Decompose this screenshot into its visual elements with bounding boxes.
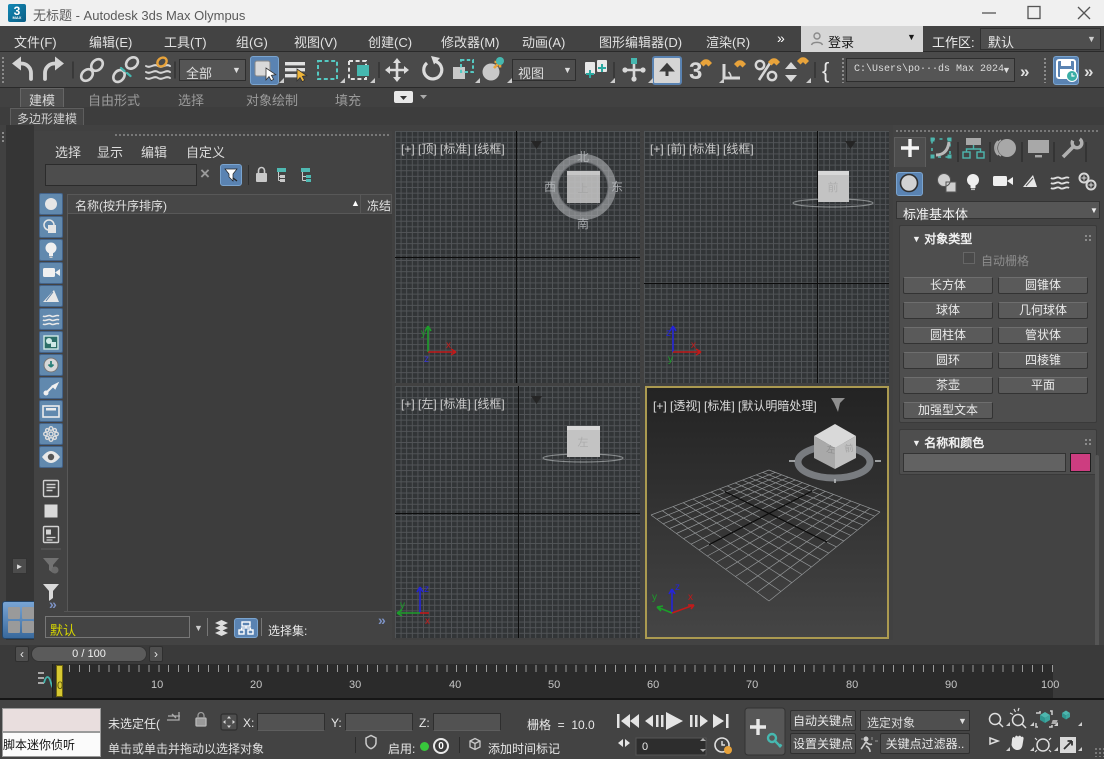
svg-text:西: 西 bbox=[544, 180, 556, 194]
svg-text:y: y bbox=[421, 328, 426, 339]
svg-text:y: y bbox=[668, 354, 673, 365]
svg-text:上: 上 bbox=[578, 182, 589, 195]
svg-text:前: 前 bbox=[828, 180, 839, 194]
svg-text:左: 左 bbox=[826, 443, 836, 455]
svg-text:x: x bbox=[691, 340, 696, 351]
svg-text:x: x bbox=[688, 592, 693, 603]
svg-text:0: 0 bbox=[642, 741, 648, 753]
svg-text:x: x bbox=[446, 340, 451, 351]
svg-text:前: 前 bbox=[844, 442, 854, 454]
svg-text:左: 左 bbox=[578, 436, 589, 449]
svg-text:南: 南 bbox=[577, 216, 589, 231]
svg-text:北: 北 bbox=[577, 150, 589, 164]
svg-text:z: z bbox=[424, 354, 429, 365]
svg-text:x: x bbox=[425, 616, 430, 627]
svg-text:y: y bbox=[652, 592, 657, 603]
svg-text:z: z bbox=[666, 328, 671, 339]
svg-text:东: 东 bbox=[611, 180, 623, 194]
svg-text:z: z bbox=[675, 582, 680, 593]
svg-text:y: y bbox=[400, 600, 405, 611]
svg-text:z: z bbox=[424, 584, 429, 595]
